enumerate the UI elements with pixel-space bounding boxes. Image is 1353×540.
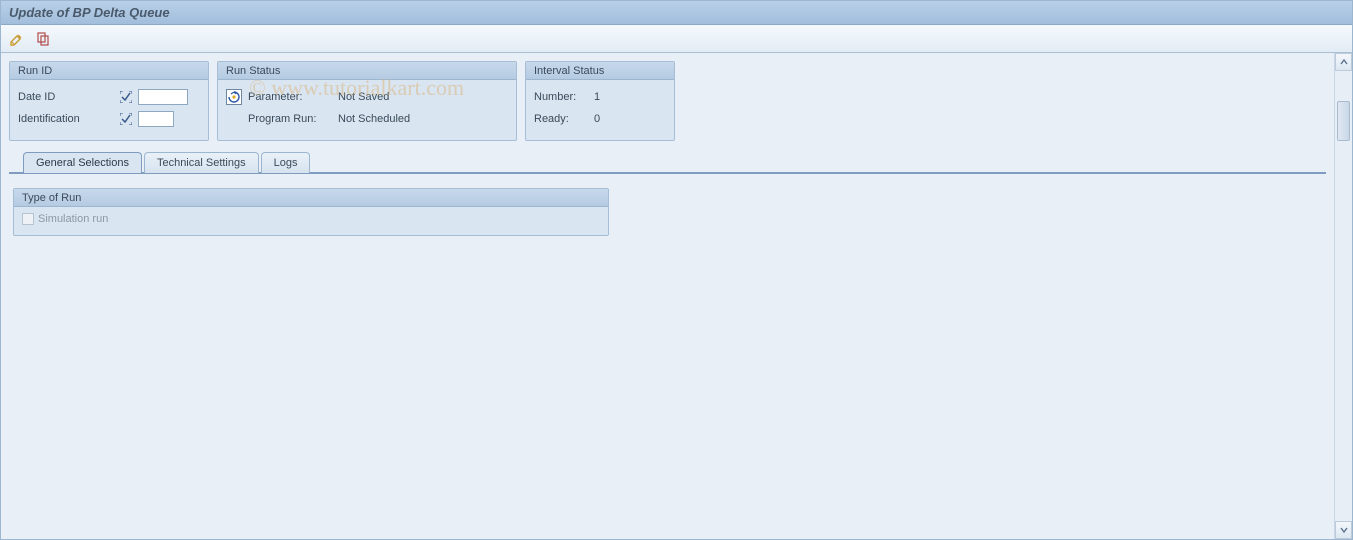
scroll-down-button[interactable] bbox=[1335, 521, 1352, 539]
tab-technical-settings[interactable]: Technical Settings bbox=[144, 152, 259, 173]
parameter-value: Not Saved bbox=[338, 91, 389, 103]
simulation-run-checkbox bbox=[22, 213, 34, 225]
copy-icon bbox=[35, 31, 51, 47]
tabstrip: General Selections Technical Settings Lo… bbox=[9, 151, 1326, 250]
identification-valid-icon bbox=[118, 112, 134, 126]
scroll-up-button[interactable] bbox=[1335, 53, 1352, 71]
edit-icon bbox=[9, 31, 25, 47]
scroll-thumb[interactable] bbox=[1337, 101, 1350, 141]
type-of-run-title: Type of Run bbox=[14, 189, 608, 207]
edit-button[interactable] bbox=[7, 29, 27, 49]
number-value: 1 bbox=[594, 91, 600, 103]
scroll-track[interactable] bbox=[1335, 71, 1352, 521]
identification-input[interactable] bbox=[138, 111, 174, 127]
program-run-label: Program Run: bbox=[248, 113, 338, 125]
ready-value: 0 bbox=[594, 113, 600, 125]
tab-panel-general-selections: Type of Run Simulation run bbox=[9, 174, 1326, 250]
chevron-down-icon bbox=[1340, 526, 1348, 534]
parameter-label: Parameter: bbox=[248, 91, 338, 103]
parameter-status-icon bbox=[226, 89, 242, 105]
app-window: Update of BP Delta Queue © www.tutorialk… bbox=[0, 0, 1353, 540]
window-title: Update of BP Delta Queue bbox=[9, 5, 170, 20]
identification-label: Identification bbox=[18, 113, 118, 125]
type-of-run-group: Type of Run Simulation run bbox=[13, 188, 609, 236]
app-toolbar bbox=[1, 25, 1352, 53]
run-id-group: Run ID Date ID Identification bbox=[9, 61, 209, 141]
content-area: © www.tutorialkart.com Run ID Date ID bbox=[1, 53, 1334, 539]
vertical-scrollbar[interactable] bbox=[1334, 53, 1352, 539]
simulation-run-label: Simulation run bbox=[38, 213, 108, 225]
interval-status-title: Interval Status bbox=[526, 62, 674, 80]
interval-status-group: Interval Status Number: 1 Ready: 0 bbox=[525, 61, 675, 141]
date-id-valid-icon bbox=[118, 90, 134, 104]
group-row: Run ID Date ID Identification bbox=[9, 61, 1326, 141]
date-id-input[interactable] bbox=[138, 89, 188, 105]
titlebar: Update of BP Delta Queue bbox=[1, 1, 1352, 25]
run-id-title: Run ID bbox=[10, 62, 208, 80]
number-label: Number: bbox=[534, 91, 594, 103]
run-status-title: Run Status bbox=[218, 62, 516, 80]
main-row: © www.tutorialkart.com Run ID Date ID bbox=[1, 53, 1352, 539]
ready-label: Ready: bbox=[534, 113, 594, 125]
copy-button[interactable] bbox=[33, 29, 53, 49]
tab-logs[interactable]: Logs bbox=[261, 152, 311, 173]
chevron-up-icon bbox=[1340, 58, 1348, 66]
program-run-value: Not Scheduled bbox=[338, 113, 410, 125]
date-id-label: Date ID bbox=[18, 91, 118, 103]
run-status-group: Run Status Parameter: bbox=[217, 61, 517, 141]
tab-general-selections[interactable]: General Selections bbox=[23, 152, 142, 173]
